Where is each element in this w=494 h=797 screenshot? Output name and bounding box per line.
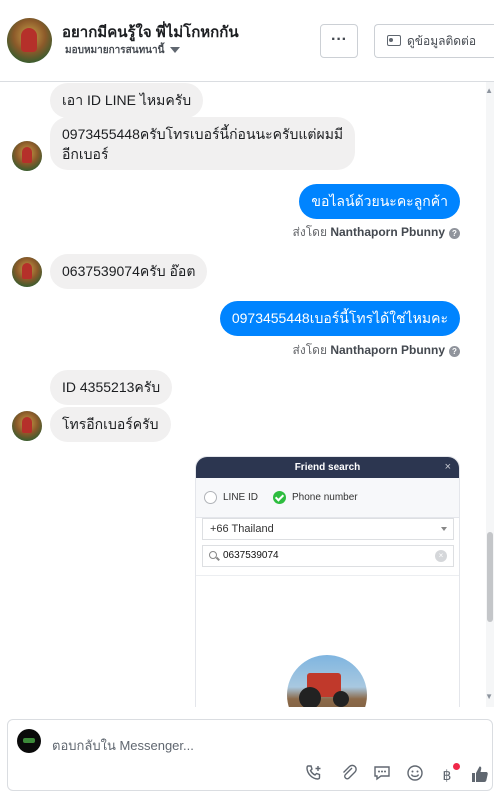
- message-text: ขอไลน์ด้วยนะคะลูกค้า: [311, 193, 448, 209]
- option-phone-label: Phone number: [292, 492, 358, 503]
- notification-dot: [453, 763, 460, 770]
- message-text: 0973455448เบอร์นี้โทรได้ใช่ไหมคะ: [231, 310, 448, 326]
- sent-by-label: ส่งโดย Nanthaporn Pbunny?: [293, 223, 460, 242]
- message-text: 0637539074ครับ อ๊อต: [62, 263, 196, 279]
- message-text: โทรอีกเบอร์ครับ: [62, 416, 159, 432]
- country-select: +66 Thailand: [202, 518, 454, 540]
- scroll-up-icon[interactable]: ▲: [485, 86, 493, 95]
- search-icon: [209, 551, 217, 559]
- tractor-wheel: [333, 691, 349, 707]
- caret-down-icon: [170, 47, 181, 54]
- message-text-line: อีกเบอร์: [62, 146, 109, 162]
- phone-add-icon[interactable]: [303, 764, 325, 786]
- message-outgoing[interactable]: 0973455448เบอร์นี้โทรได้ใช่ไหมคะ: [219, 301, 460, 336]
- message-text: ID 4355213ครับ: [62, 379, 161, 395]
- search-result-area: [196, 575, 459, 707]
- reply-input[interactable]: ตอบกลับใน Messenger...: [52, 735, 194, 756]
- more-options-button[interactable]: ···: [320, 24, 358, 58]
- message-text: เอา ID LINE ไหมครับ: [62, 92, 192, 108]
- radio-phone-checked-icon: [273, 491, 286, 504]
- conversation-header: อยากมีคนรู้ใจ พี่ไม่โกหกกัน มอบหมายการสน…: [0, 0, 494, 82]
- line-window-header: Friend search ×: [196, 457, 459, 478]
- info-icon[interactable]: ?: [449, 228, 460, 239]
- messenger-page: อยากมีคนรู้ใจ พี่ไม่โกหกกัน มอบหมายการสน…: [0, 0, 494, 797]
- message-outgoing[interactable]: ขอไลน์ด้วยนะคะลูกค้า: [299, 184, 460, 219]
- result-profile-photo: [287, 655, 367, 707]
- clear-icon: ×: [435, 550, 447, 562]
- sender-avatar[interactable]: [12, 141, 42, 171]
- message-list[interactable]: ▲ ▼ เอา ID LINE ไหมครับ 0973455448ครับโท…: [0, 82, 494, 707]
- message-text-line: 0973455448ครับโทรเบอร์นี้ก่อนนะครับแต่ผม…: [62, 126, 344, 142]
- page-avatar: [17, 729, 41, 753]
- sender-name: Nanthaporn Pbunny: [330, 225, 445, 239]
- scroll-down-icon[interactable]: ▼: [485, 692, 493, 701]
- like-icon[interactable]: [469, 764, 491, 786]
- composer-toolbar: ฿: [303, 763, 491, 786]
- attachment-icon[interactable]: [338, 764, 360, 786]
- payment-icon[interactable]: ฿: [436, 763, 460, 786]
- search-type-options: LINE ID Phone number: [196, 478, 459, 518]
- country-value: +66 Thailand: [210, 523, 274, 535]
- sent-by-prefix: ส่งโดย: [292, 225, 327, 239]
- assign-conversation-dropdown[interactable]: มอบหมายการสนทนานี้: [65, 43, 181, 58]
- phone-search-field: 0637539074 ×: [202, 545, 454, 567]
- contact-avatar[interactable]: [7, 18, 52, 63]
- sent-by-prefix: ส่งโดย: [292, 343, 327, 357]
- assign-label: มอบหมายการสนทนานี้: [65, 45, 165, 56]
- phone-search-value: 0637539074: [223, 550, 279, 561]
- message-incoming[interactable]: เอา ID LINE ไหมครับ: [50, 83, 204, 118]
- scrollbar-thumb[interactable]: [487, 532, 493, 622]
- radio-line-id: [204, 491, 217, 504]
- emoji-icon[interactable]: [404, 764, 426, 786]
- image-attachment[interactable]: Friend search × LINE ID Phone number +66 …: [195, 456, 460, 707]
- message-incoming[interactable]: โทรอีกเบอร์ครับ: [50, 407, 171, 442]
- friend-search-title: Friend search: [294, 462, 361, 473]
- sender-avatar[interactable]: [12, 411, 42, 441]
- dropdown-arrow-icon: [441, 527, 447, 531]
- saved-reply-icon[interactable]: [371, 764, 393, 786]
- info-icon[interactable]: ?: [449, 346, 460, 357]
- close-icon: ×: [444, 461, 451, 473]
- sender-name: Nanthaporn Pbunny: [330, 343, 445, 357]
- view-contact-label: ดูข้อมูลติดต่อ: [407, 34, 477, 48]
- option-line-id-label: LINE ID: [223, 492, 259, 503]
- id-card-icon: [387, 35, 401, 46]
- message-incoming[interactable]: 0973455448ครับโทรเบอร์นี้ก่อนนะครับแต่ผม…: [50, 117, 356, 170]
- conversation-title: อยากมีคนรู้ใจ พี่ไม่โกหกกัน: [62, 24, 239, 41]
- reply-composer: ตอบกลับใน Messenger... ฿: [7, 719, 493, 791]
- view-contact-button[interactable]: ดูข้อมูลติดต่อ: [374, 24, 494, 58]
- sender-avatar[interactable]: [12, 257, 42, 287]
- tractor-wheel: [299, 687, 321, 707]
- sent-by-label: ส่งโดย Nanthaporn Pbunny?: [293, 341, 460, 360]
- message-incoming[interactable]: ID 4355213ครับ: [50, 370, 173, 405]
- message-incoming[interactable]: 0637539074ครับ อ๊อต: [50, 254, 208, 289]
